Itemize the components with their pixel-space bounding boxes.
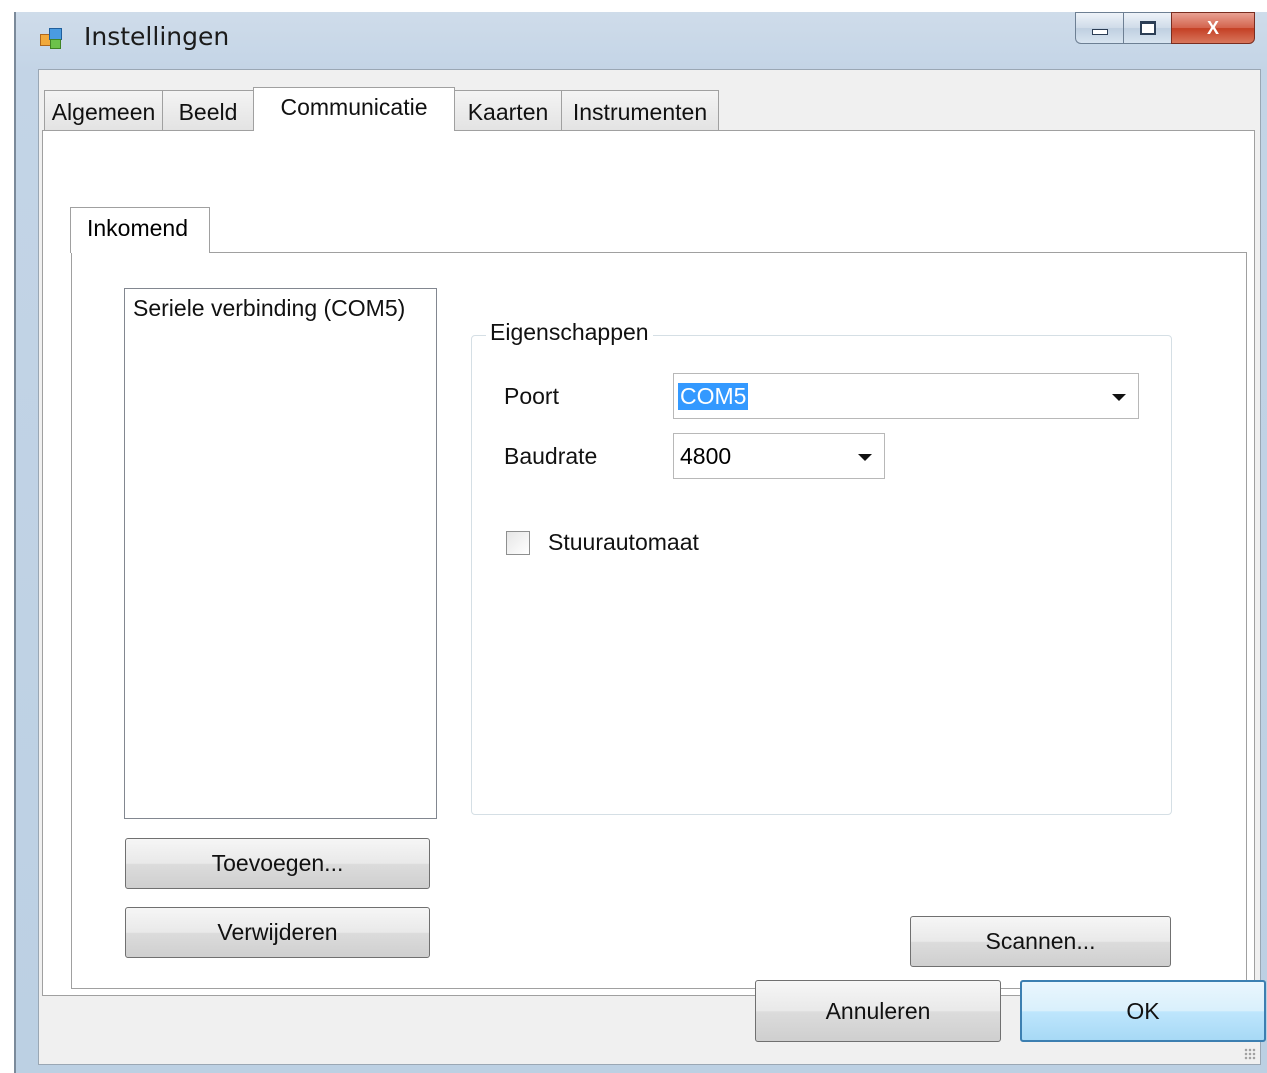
button-label: Verwijderen (217, 919, 338, 945)
add-button[interactable]: Toevoegen... (125, 838, 430, 889)
caption-buttons: X (1075, 12, 1255, 44)
port-value: COM5 (678, 383, 749, 410)
chevron-down-icon (1112, 394, 1126, 401)
connection-listbox[interactable]: Seriele verbinding (COM5) (124, 288, 437, 819)
ok-button[interactable]: OK (1020, 980, 1266, 1042)
communicatie-tab-page: Inkomend Seriele verbinding (COM5) Eigen… (42, 130, 1255, 996)
minimize-button[interactable] (1075, 12, 1123, 44)
minimize-icon (1091, 29, 1108, 35)
properties-groupbox: Eigenschappen Poort COM5 Baudrate 4800 S… (471, 319, 1172, 815)
tab-label: Inkomend (87, 215, 189, 241)
chevron-down-icon (858, 454, 872, 461)
tab-label: Instrumenten (572, 99, 708, 125)
button-label: Annuleren (825, 997, 931, 1024)
maximize-icon (1139, 21, 1156, 35)
dialog-client-area: Algemeen Beeld Communicatie Kaarten Inst… (38, 69, 1266, 1065)
baudrate-dropdown[interactable]: 4800 (673, 433, 885, 479)
autopilot-label: Stuurautomaat (548, 529, 699, 555)
baudrate-label: Baudrate (504, 443, 598, 469)
resize-grip-icon[interactable] (1244, 1048, 1256, 1060)
tab-inkomend[interactable]: Inkomend (70, 207, 210, 253)
tab-communicatie[interactable]: Communicatie (253, 87, 455, 131)
tab-kaarten[interactable]: Kaarten (454, 90, 562, 130)
autopilot-checkbox[interactable] (506, 531, 530, 555)
close-button[interactable]: X (1171, 12, 1255, 44)
settings-window: Instellingen X Algemeen Beeld Communicat… (14, 12, 1267, 1073)
remove-button[interactable]: Verwijderen (125, 907, 430, 958)
tab-label: Communicatie (280, 94, 428, 120)
button-label: Scannen... (985, 928, 1096, 954)
baudrate-value: 4800 (680, 443, 732, 469)
scan-button[interactable]: Scannen... (910, 916, 1171, 967)
tab-instrumenten[interactable]: Instrumenten (561, 90, 719, 130)
list-item[interactable]: Seriele verbinding (COM5) (125, 289, 436, 328)
port-label: Poort (504, 383, 559, 409)
tab-beeld[interactable]: Beeld (162, 90, 254, 130)
port-dropdown[interactable]: COM5 (673, 373, 1139, 419)
button-label: OK (1126, 997, 1160, 1024)
tab-algemeen[interactable]: Algemeen (44, 90, 163, 130)
tab-label: Beeld (178, 99, 238, 125)
cancel-button[interactable]: Annuleren (755, 980, 1001, 1042)
tab-label: Algemeen (51, 99, 156, 125)
window-title: Instellingen (84, 22, 230, 51)
maximize-button[interactable] (1123, 12, 1171, 44)
tab-label: Kaarten (467, 99, 549, 125)
title-bar[interactable]: Instellingen X (16, 12, 1267, 68)
groupbox-title: Eigenschappen (486, 319, 653, 346)
inkomend-tab-page: Seriele verbinding (COM5) Eigenschappen … (71, 252, 1247, 989)
app-settings-icon (40, 28, 62, 49)
button-label: Toevoegen... (211, 850, 344, 876)
close-icon: X (1206, 17, 1219, 38)
